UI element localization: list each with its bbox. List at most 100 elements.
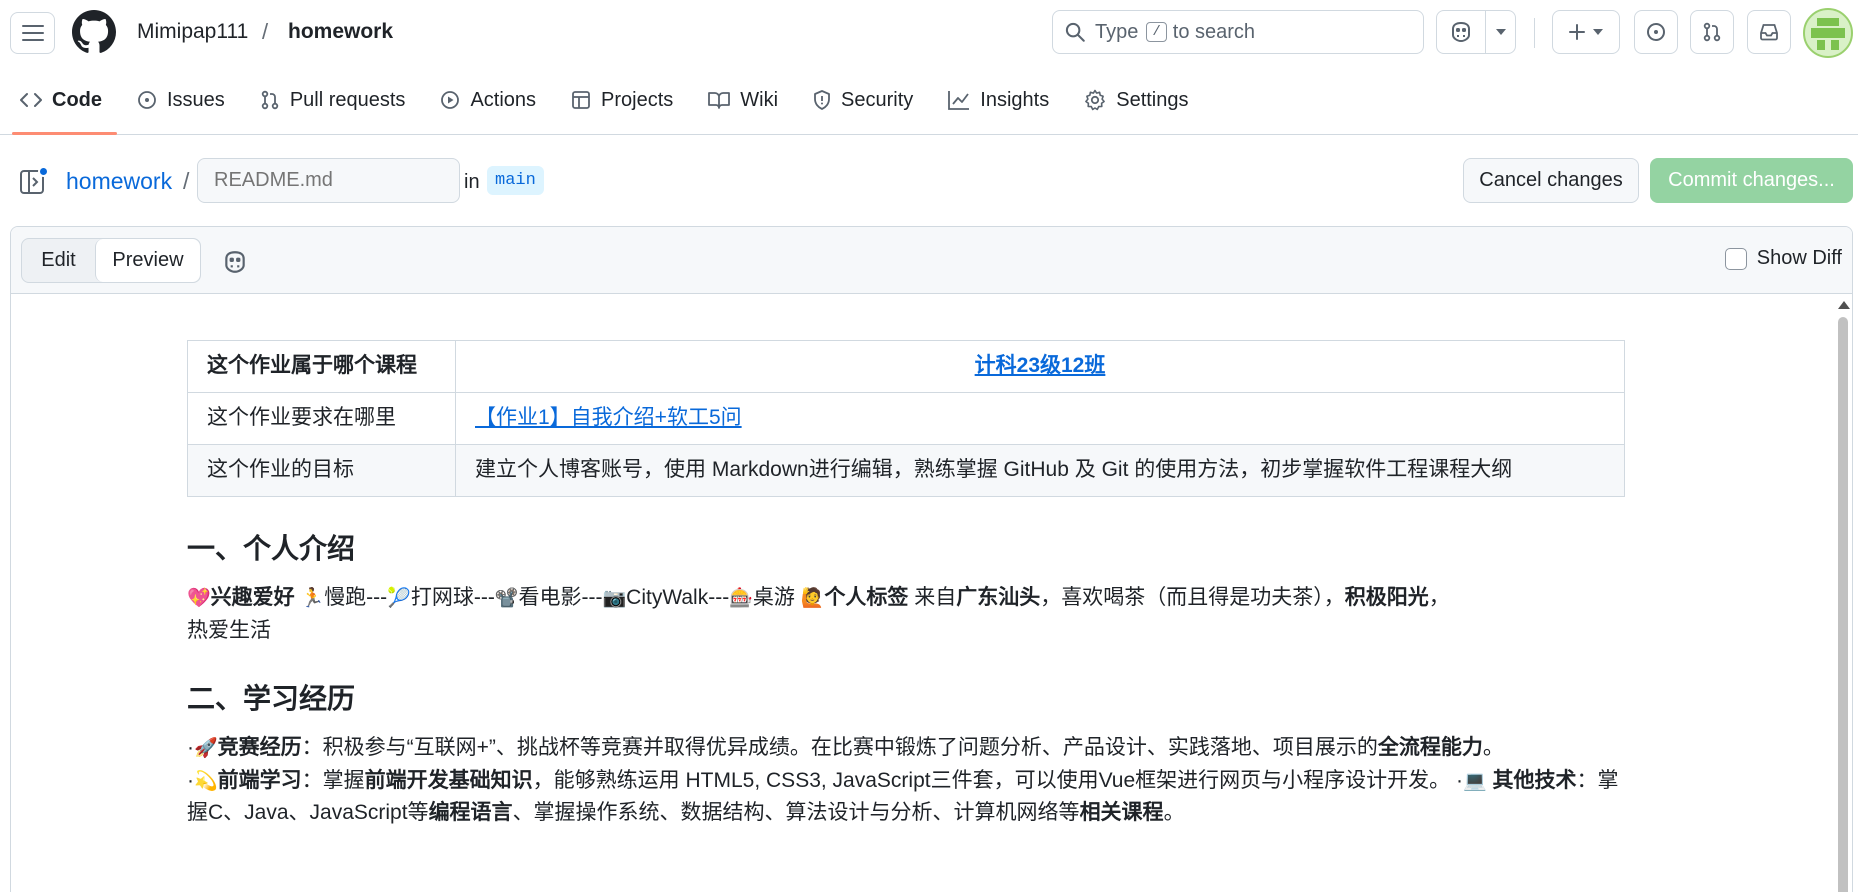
study-paragraph: ·🚀竞赛经历：积极参与“互联网+”、挑战杯等竞赛并取得优异成绩。在比赛中锻炼了问… <box>187 732 1637 830</box>
table-cell-key: 这个作业要求在哪里 <box>187 392 456 445</box>
other-bold: 编程语言 <box>428 801 513 825</box>
other-end: 。 <box>1163 801 1185 825</box>
tab-preview[interactable]: Preview <box>95 239 200 282</box>
search-icon <box>1065 22 1085 42</box>
user-avatar[interactable] <box>1803 8 1853 58</box>
info-table: 这个作业属于哪个课程 计科23级12班 这个作业要求在哪里 【作业1】自我介绍+… <box>187 340 1625 497</box>
bullet-dot: · <box>187 736 194 760</box>
section-heading: 一、个人介绍 <box>187 533 356 564</box>
table-row: 这个作业的目标 建立个人博客账号，使用 Markdown进行编辑，熟练掌握 Gi… <box>187 444 1625 497</box>
tea-text: ，喜欢喝茶（而且得是功夫茶）， <box>1040 586 1345 609</box>
laptop-icon: 💻 <box>1463 770 1487 792</box>
copilot-button-group <box>1436 10 1516 54</box>
tab-security[interactable]: Security <box>793 74 928 126</box>
positive-text: 积极阳光 <box>1344 586 1429 609</box>
menu-button[interactable] <box>10 12 55 54</box>
hometown-text: 广东汕头 <box>956 586 1041 609</box>
bullet-dot: · <box>1456 768 1464 792</box>
dizzy-icon: 💫 <box>194 770 218 792</box>
frontend-text: ：掌握 <box>301 768 365 792</box>
comma-text: ， <box>1428 586 1450 609</box>
create-new-button[interactable] <box>1552 10 1620 54</box>
game-icon: 🎰 <box>729 588 753 609</box>
heart-icon: 💖 <box>187 588 211 609</box>
hobby-citywalk: CityWalk--- <box>626 586 730 609</box>
tab-edit[interactable]: Edit <box>22 239 95 282</box>
pull-request-icon <box>261 90 279 110</box>
table-cell-key: 这个作业属于哪个课程 <box>187 340 456 393</box>
repo-link[interactable]: homework <box>288 20 393 44</box>
tab-settings[interactable]: Settings <box>1064 74 1203 126</box>
github-logo-icon[interactable] <box>72 10 116 54</box>
triangle-down-icon <box>1495 29 1506 35</box>
identicon-icon <box>1811 18 1845 50</box>
graph-icon <box>948 91 970 110</box>
plus-icon <box>1569 24 1585 40</box>
running-icon: 🏃 <box>300 588 325 609</box>
table-row: 这个作业属于哪个课程 计科23级12班 <box>187 340 1625 393</box>
breadcrumb-repo-link[interactable]: homework <box>66 168 172 195</box>
competition-text: ：积极参与“互联网+”、挑战杯等竞赛并取得优异成绩。在比赛中锻炼了问题分析、产品… <box>301 736 1378 760</box>
search-shortcut-key: / <box>1146 22 1167 42</box>
owner-link[interactable]: Mimipap111 <box>137 20 248 44</box>
scrollbar[interactable] <box>1834 295 1852 892</box>
love-life-text: 热爱生活 <box>187 618 271 642</box>
notification-dot <box>38 166 49 177</box>
hamburger-icon <box>21 25 44 41</box>
copilot-icon[interactable] <box>222 249 248 275</box>
your-issues-button[interactable] <box>1634 10 1678 54</box>
scroll-up-arrow-icon[interactable] <box>1838 301 1850 309</box>
your-pull-requests-button[interactable] <box>1690 10 1734 54</box>
commit-changes-button[interactable]: Commit changes... <box>1650 158 1853 203</box>
copilot-dropdown-button[interactable] <box>1486 11 1515 53</box>
tab-wiki[interactable]: Wiki <box>688 74 793 126</box>
frontend-bold: 前端开发基础知识 <box>364 768 533 792</box>
tab-code[interactable]: Code <box>0 74 117 135</box>
section-heading: 二、学习经历 <box>187 683 356 715</box>
tennis-icon: 🎾 <box>387 588 411 609</box>
in-label: in <box>464 171 480 193</box>
from-text: 来自 <box>914 586 957 609</box>
assignment-link[interactable]: 【作业1】自我介绍+软工5问 <box>475 406 742 429</box>
competition-label: 竞赛经历 <box>217 736 302 760</box>
camera-icon: 📷 <box>602 588 627 609</box>
search-input[interactable]: Type / to search <box>1052 10 1424 54</box>
inbox-button[interactable] <box>1747 10 1791 54</box>
copilot-button[interactable] <box>1437 11 1487 53</box>
tag-label: 个人标签 <box>824 586 909 609</box>
frontend-text-2: ，能够熟练运用 HTML5, CSS3, JavaScript三件套，可以使用V… <box>532 768 1451 792</box>
other-bold-2: 相关课程 <box>1079 801 1164 825</box>
inbox-icon <box>1760 24 1778 41</box>
editor-panel-header: Edit Preview Show Diff <box>11 227 1852 294</box>
tab-actions[interactable]: Actions <box>420 74 551 126</box>
filename-input[interactable] <box>197 158 460 203</box>
show-diff-toggle[interactable]: Show Diff <box>1724 247 1842 270</box>
other-text-2: 、掌握操作系统、数据结构、算法设计与分析、计算机网络等 <box>512 801 1080 825</box>
table-cell-value: 建立个人博客账号，使用 Markdown进行编辑，熟练掌握 GitHub 及 G… <box>455 444 1625 497</box>
tab-label: Insights <box>980 88 1050 111</box>
scrollbar-thumb[interactable] <box>1838 317 1848 892</box>
course-link[interactable]: 计科23级12班 <box>975 354 1106 377</box>
tab-label: Pull requests <box>289 88 406 111</box>
top-bar: Mimipap111 / homework Type / to search <box>0 0 1858 64</box>
repo-nav: Code Issues Pull requests Actions Projec… <box>0 74 1858 135</box>
code-icon <box>20 93 42 107</box>
table-icon <box>572 91 590 109</box>
tab-label: Actions <box>470 88 537 111</box>
tab-label: Wiki <box>740 88 779 111</box>
tab-label: Settings <box>1116 88 1189 111</box>
hobby-tennis: 打网球--- <box>410 586 495 609</box>
hobby-run: 慢跑--- <box>324 586 388 609</box>
tab-issues[interactable]: Issues <box>117 74 240 126</box>
table-cell-value: 计科23级12班 <box>455 340 1625 393</box>
tab-projects[interactable]: Projects <box>551 74 688 126</box>
cancel-changes-button[interactable]: Cancel changes <box>1463 158 1639 203</box>
tab-label: Issues <box>167 88 225 111</box>
hobby-movie: 看电影--- <box>518 586 603 609</box>
tab-insights[interactable]: Insights <box>928 74 1064 126</box>
other-label: 其他技术 <box>1492 768 1577 792</box>
gear-icon <box>1085 89 1106 111</box>
bullet-dot: · <box>187 768 194 792</box>
tab-pull-requests[interactable]: Pull requests <box>240 74 421 126</box>
show-diff-checkbox[interactable] <box>1724 247 1747 270</box>
